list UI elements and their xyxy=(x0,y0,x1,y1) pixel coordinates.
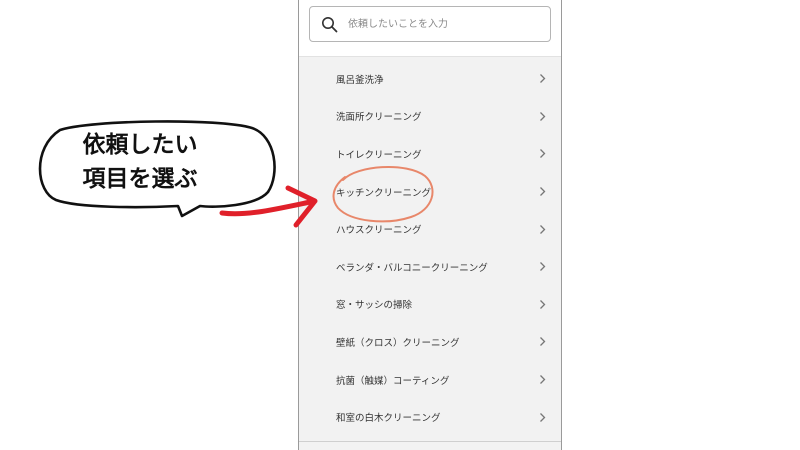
service-item-label: 和室の白木クリーニング xyxy=(336,413,441,425)
chevron-right-icon xyxy=(537,73,547,85)
search-input[interactable] xyxy=(346,17,540,31)
service-item-label: 窓・サッシの掃除 xyxy=(336,300,413,312)
service-item-antibacterial[interactable]: 抗菌（触媒）コーティング xyxy=(299,361,561,399)
service-item-veranda[interactable]: ベランダ・バルコニークリーニング xyxy=(299,248,561,286)
service-item-japanese-room[interactable]: 和室の白木クリーニング xyxy=(299,398,561,436)
phone-screen: 風呂釜洗浄 洗面所クリーニング トイレクリーニング キッチンクリーニング xyxy=(298,0,562,450)
service-item-label: 風呂釜洗浄 xyxy=(336,74,384,86)
service-item-label: 洗面所クリーニング xyxy=(336,112,422,124)
chevron-right-icon xyxy=(537,298,547,310)
service-item-kitchen[interactable]: キッチンクリーニング xyxy=(299,173,561,211)
red-arrow-icon xyxy=(219,185,318,228)
chevron-right-icon xyxy=(537,411,547,423)
service-item-label: ベランダ・バルコニークリーニング xyxy=(336,262,488,274)
callout-line-1: 依頼したい xyxy=(82,132,198,158)
chevron-right-icon xyxy=(537,110,547,122)
service-item-label: ハウスクリーニング xyxy=(336,225,422,237)
chevron-right-icon xyxy=(537,186,547,198)
service-item-wallpaper[interactable]: 壁紙（クロス）クリーニング xyxy=(299,323,561,361)
service-list: 風呂釜洗浄 洗面所クリーニング トイレクリーニング キッチンクリーニング ハウス… xyxy=(299,60,561,436)
service-item-toilet[interactable]: トイレクリーニング xyxy=(299,135,561,173)
chevron-right-icon xyxy=(537,374,547,386)
service-item-washroom[interactable]: 洗面所クリーニング xyxy=(299,98,561,136)
screenshot-stage: 風呂釜洗浄 洗面所クリーニング トイレクリーニング キッチンクリーニング xyxy=(0,0,800,450)
list-divider xyxy=(299,441,561,442)
search-box[interactable] xyxy=(309,6,551,42)
service-item-house[interactable]: ハウスクリーニング xyxy=(299,210,561,248)
chevron-right-icon xyxy=(537,223,547,235)
chevron-right-icon xyxy=(537,148,547,160)
service-item-window[interactable]: 窓・サッシの掃除 xyxy=(299,286,561,324)
chevron-right-icon xyxy=(537,261,547,273)
callout-line-2: 項目を選ぶ xyxy=(82,166,198,192)
service-item-bath-boiler[interactable]: 風呂釜洗浄 xyxy=(299,60,561,98)
search-icon xyxy=(320,15,338,33)
service-item-label: トイレクリーニング xyxy=(336,149,422,161)
service-item-label: 抗菌（触媒）コーティング xyxy=(336,375,450,387)
service-item-label: 壁紙（クロス）クリーニング xyxy=(336,337,460,349)
search-header xyxy=(299,0,561,57)
chevron-right-icon xyxy=(537,336,547,348)
service-item-label: キッチンクリーニング xyxy=(336,187,432,199)
callout-text: 依頼したい 項目を選ぶ xyxy=(40,128,240,196)
